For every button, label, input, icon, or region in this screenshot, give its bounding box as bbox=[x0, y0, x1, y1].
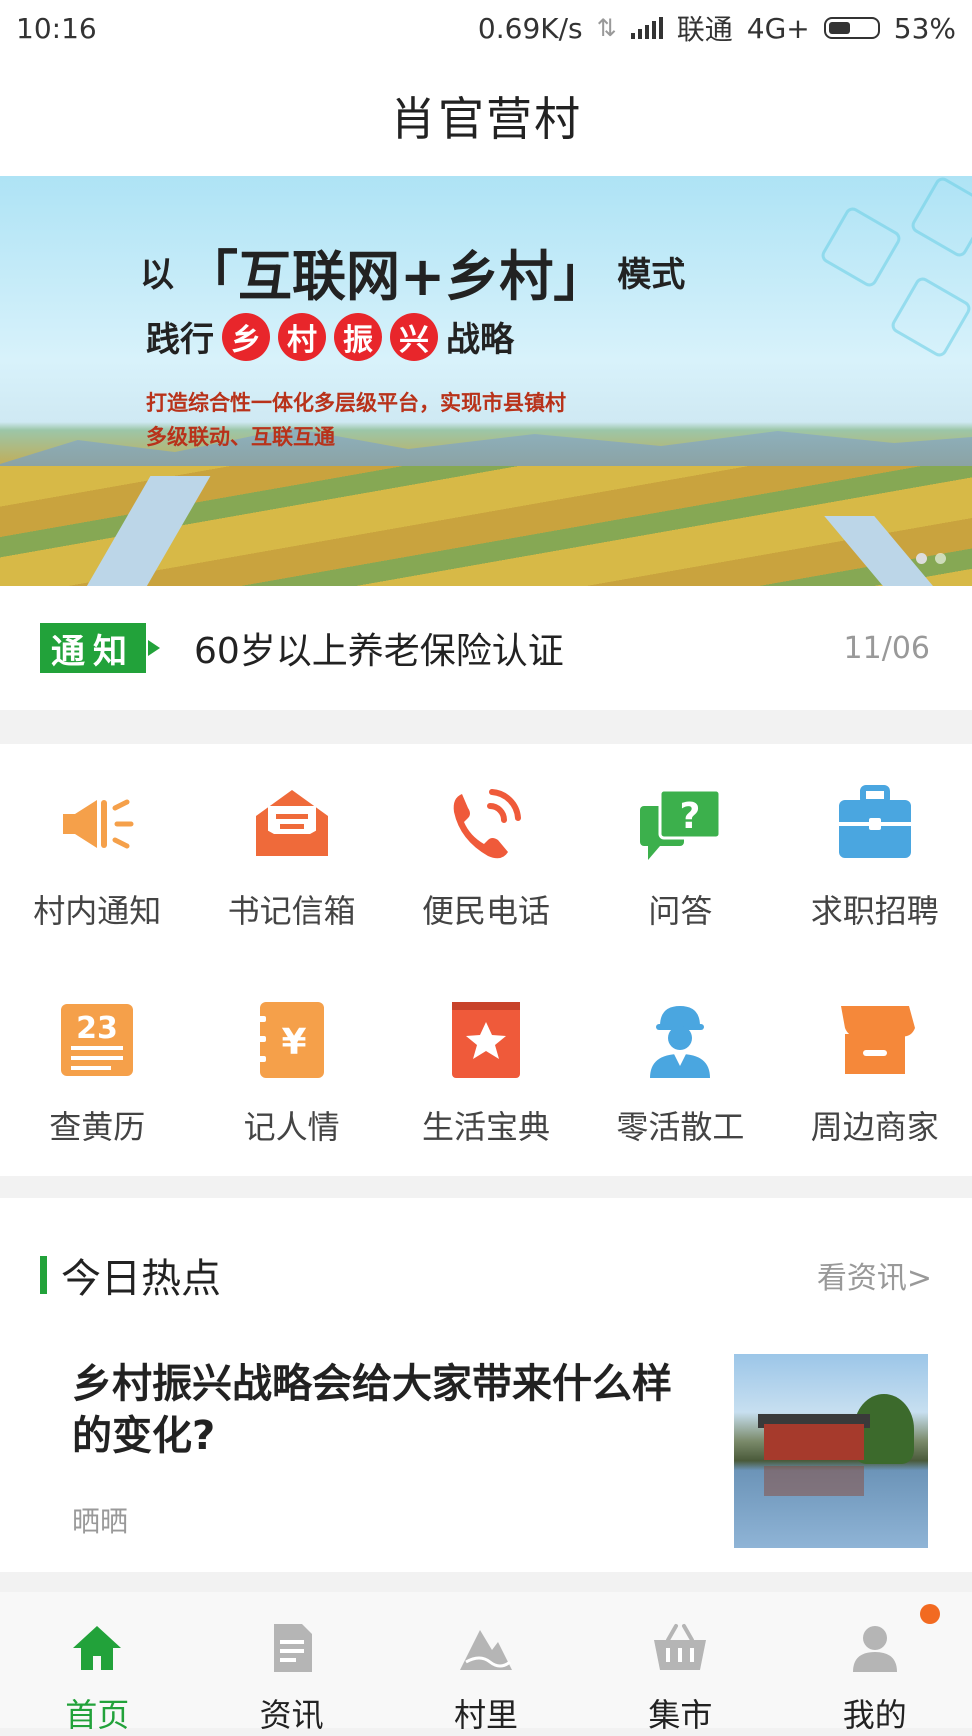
service-label: 便民电话 bbox=[421, 892, 550, 930]
tab-home[interactable]: 首页 bbox=[0, 1592, 194, 1736]
tab-label: 村里 bbox=[453, 1696, 518, 1734]
banner-desc-line: 打造综合性一体化多层级平台，实现市县镇村 bbox=[146, 391, 566, 415]
tab-news[interactable]: 资讯 bbox=[194, 1592, 388, 1736]
service-nearby-shops[interactable]: 周边商家 bbox=[778, 960, 972, 1176]
carousel-dot bbox=[916, 553, 927, 564]
article-title[interactable]: 乡村振兴战略会给大家带来什么样的变化? bbox=[72, 1358, 692, 1462]
data-arrows-icon: ⇅ bbox=[596, 14, 617, 42]
notice-text[interactable]: 60岁以上养老保险认证 bbox=[194, 622, 564, 674]
banner-text: 模式 bbox=[617, 255, 686, 295]
battery-percent: 53% bbox=[893, 11, 956, 45]
service-almanac[interactable]: 23 查黄历 bbox=[0, 960, 194, 1176]
mountain-icon bbox=[458, 1620, 514, 1676]
service-odd-jobs[interactable]: 零活散工 bbox=[583, 960, 777, 1176]
tab-label: 首页 bbox=[65, 1696, 130, 1734]
banner-circle-char: 村 bbox=[278, 312, 326, 361]
tab-label: 资讯 bbox=[259, 1696, 324, 1734]
thumbnail-pavilion bbox=[764, 1424, 864, 1460]
notice-tag: 通知 bbox=[40, 623, 160, 673]
service-label: 记人情 bbox=[243, 1108, 340, 1146]
section-title: 今日热点 bbox=[61, 1256, 221, 1302]
network-speed: 0.69K/s bbox=[477, 11, 583, 45]
star-book-icon bbox=[444, 998, 528, 1082]
signal-icon bbox=[630, 17, 663, 39]
view-news-link[interactable]: 看资讯> bbox=[817, 1253, 932, 1297]
carousel-dot bbox=[935, 553, 946, 564]
banner-text: 战略 bbox=[446, 320, 514, 360]
banner-circle-char: 兴 bbox=[390, 312, 438, 361]
megaphone-icon bbox=[55, 782, 139, 866]
battery-fill bbox=[828, 22, 851, 34]
phone-icon bbox=[444, 782, 528, 866]
service-hotline[interactable]: 便民电话 bbox=[389, 744, 583, 960]
status-bar: 10:16 0.69K/s ⇅ 联通 4G+ 53% bbox=[0, 0, 972, 56]
service-label: 零活散工 bbox=[616, 1108, 745, 1146]
service-label: 书记信箱 bbox=[227, 892, 356, 930]
service-label: 周边商家 bbox=[810, 1108, 939, 1146]
hexagon-decoration bbox=[888, 274, 972, 360]
user-icon bbox=[847, 1620, 903, 1676]
shop-icon bbox=[833, 998, 917, 1082]
banner-text: 以 bbox=[140, 255, 174, 295]
hot-news-section: 今日热点 看资讯> 乡村振兴战略会给大家带来什么样的变化? 晒晒 bbox=[0, 1198, 972, 1572]
svg-text:23: 23 bbox=[76, 1011, 118, 1046]
section-accent-bar bbox=[40, 1256, 47, 1294]
service-life-guide[interactable]: 生活宝典 bbox=[389, 960, 583, 1176]
service-label: 生活宝典 bbox=[421, 1108, 550, 1146]
tab-label: 集市 bbox=[648, 1696, 713, 1734]
document-icon bbox=[264, 1620, 320, 1676]
service-grid: 村内通知 书记信箱 便民电话 ? 问答 求职招聘 23 查黄历 ¥ 记人情 生活… bbox=[0, 744, 972, 1176]
home-icon bbox=[69, 1620, 125, 1676]
notice-date: 11/06 bbox=[843, 630, 930, 666]
tab-village[interactable]: 村里 bbox=[389, 1592, 583, 1736]
tab-profile[interactable]: 我的 bbox=[778, 1592, 972, 1736]
banner-headline: 以 「互联网+乡村」 模式 bbox=[140, 232, 685, 311]
banner-text: 践行 bbox=[146, 320, 214, 360]
battery-icon bbox=[823, 17, 880, 39]
banner-text-highlight: 「互联网+乡村」 bbox=[184, 245, 608, 308]
banner-desc-line: 多级联动、互联互通 bbox=[146, 425, 335, 449]
envelope-icon bbox=[250, 782, 334, 866]
worker-icon bbox=[638, 998, 722, 1082]
hexagon-decoration bbox=[908, 176, 972, 260]
status-right: 0.69K/s ⇅ 联通 4G+ 53% bbox=[478, 8, 956, 48]
svg-text:¥: ¥ bbox=[281, 1022, 306, 1063]
notification-badge bbox=[919, 1604, 940, 1624]
service-village-notice[interactable]: 村内通知 bbox=[0, 744, 194, 960]
thumbnail-reflection bbox=[764, 1466, 864, 1496]
hot-news-header: 今日热点 看资讯> bbox=[40, 1246, 932, 1304]
service-qa[interactable]: ? 问答 bbox=[583, 744, 777, 960]
service-label: 求职招聘 bbox=[810, 892, 939, 930]
carousel-indicator bbox=[916, 553, 946, 564]
page-title: 肖官营村 bbox=[0, 56, 972, 176]
banner-circle-char: 乡 bbox=[222, 312, 270, 361]
yen-book-icon: ¥ bbox=[250, 998, 334, 1082]
status-time: 10:16 bbox=[16, 11, 97, 45]
service-secretary-mailbox[interactable]: 书记信箱 bbox=[194, 744, 388, 960]
article-source: 晒晒 bbox=[72, 1505, 129, 1538]
banner-description: 打造综合性一体化多层级平台，实现市县镇村 多级联动、互联互通 bbox=[146, 386, 566, 454]
briefcase-icon bbox=[833, 782, 917, 866]
calendar-icon: 23 bbox=[55, 998, 139, 1082]
carrier-name: 联通 bbox=[676, 13, 733, 46]
service-label: 问答 bbox=[648, 892, 713, 930]
notice-bar[interactable]: 通知 60岁以上养老保险认证 11/06 bbox=[0, 586, 972, 710]
banner-subheadline: 践行 乡 村 振 兴 战略 bbox=[146, 312, 514, 361]
service-gift-record[interactable]: ¥ 记人情 bbox=[194, 960, 388, 1176]
hexagon-decoration bbox=[818, 204, 904, 290]
qa-bubble-icon: ? bbox=[638, 782, 722, 866]
tab-market[interactable]: 集市 bbox=[583, 1592, 777, 1736]
banner-circle-char: 振 bbox=[334, 312, 382, 361]
basket-icon bbox=[652, 1620, 708, 1676]
network-type: 4G+ bbox=[746, 11, 810, 45]
service-label: 村内通知 bbox=[33, 892, 162, 930]
banner-carousel[interactable]: 以 「互联网+乡村」 模式 践行 乡 村 振 兴 战略 打造综合性一体化多层级平… bbox=[0, 176, 972, 586]
service-label: 查黄历 bbox=[49, 1108, 146, 1146]
article-thumbnail[interactable] bbox=[734, 1354, 928, 1548]
service-jobs[interactable]: 求职招聘 bbox=[778, 744, 972, 960]
tab-label: 我的 bbox=[842, 1696, 907, 1734]
svg-text:?: ? bbox=[680, 796, 701, 837]
bottom-tab-bar: 首页 资讯 村里 集市 我的 bbox=[0, 1592, 972, 1734]
